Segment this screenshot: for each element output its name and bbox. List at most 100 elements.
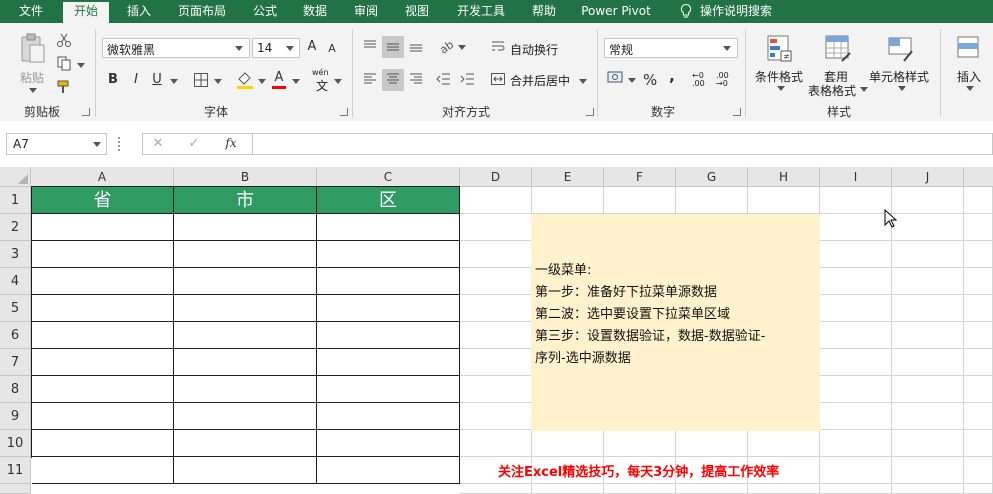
table-cell[interactable] (32, 241, 174, 268)
grid-cell[interactable] (892, 484, 964, 494)
table-cell[interactable] (174, 403, 317, 430)
table-cell[interactable] (174, 349, 317, 376)
row-header-12[interactable] (0, 484, 31, 494)
grid-cell[interactable] (460, 187, 532, 214)
cell-styles-dropdown-icon[interactable] (898, 86, 906, 91)
conditional-formatting-icon[interactable]: ≠ (765, 33, 795, 65)
table-cell[interactable] (317, 322, 460, 349)
grid-cell[interactable] (964, 430, 993, 457)
grid-cell[interactable] (964, 322, 993, 349)
tab-data[interactable]: 数据 (293, 0, 337, 23)
table-cell[interactable] (174, 430, 317, 457)
grid-cell[interactable] (892, 295, 964, 322)
insert-dropdown-icon[interactable] (966, 86, 974, 91)
grid-cell[interactable] (460, 295, 532, 322)
conditional-dropdown-icon[interactable] (777, 86, 785, 91)
table-cell[interactable] (174, 214, 317, 241)
formula-bar-grip[interactable] (118, 137, 122, 151)
table-cell[interactable] (174, 457, 317, 484)
grid-cell[interactable] (964, 403, 993, 430)
grid-cell[interactable] (964, 457, 993, 484)
bottom-align-icon[interactable] (408, 38, 424, 54)
increase-indent-icon[interactable] (460, 71, 476, 87)
font-color-dropdown-icon[interactable] (292, 79, 300, 84)
grid-cell[interactable] (892, 403, 964, 430)
name-box[interactable]: A7 (6, 133, 107, 155)
accounting-format-icon[interactable] (607, 70, 625, 86)
number-launcher-icon[interactable] (733, 108, 741, 116)
orientation-icon[interactable]: ab (438, 37, 456, 55)
table-cell[interactable] (32, 430, 174, 457)
wrap-text-button[interactable]: 自动换行 (510, 41, 558, 58)
row-header-6[interactable]: 6 (0, 322, 31, 349)
column-header-e[interactable]: E (532, 167, 604, 187)
row-header-9[interactable]: 9 (0, 403, 31, 430)
grid-cell[interactable] (676, 187, 748, 214)
row-header-2[interactable]: 2 (0, 214, 31, 241)
table-cell[interactable] (317, 457, 460, 484)
grid-cell[interactable] (820, 295, 892, 322)
cell-styles-icon[interactable] (886, 33, 916, 65)
clipboard-launcher-icon[interactable] (82, 108, 90, 116)
tab-power-pivot[interactable]: Power Pivot (574, 0, 658, 23)
formula-input[interactable] (252, 133, 993, 155)
tab-review[interactable]: 审阅 (344, 0, 388, 23)
tab-view[interactable]: 视图 (395, 0, 439, 23)
table-cell[interactable] (32, 214, 174, 241)
table-cell[interactable] (174, 295, 317, 322)
table-cell[interactable] (317, 430, 460, 457)
column-header-i[interactable]: I (820, 167, 892, 187)
conditional-formatting-button[interactable]: 条件格式 (755, 68, 803, 85)
grid-cell[interactable] (892, 349, 964, 376)
table-cell[interactable] (32, 322, 174, 349)
column-header-a[interactable]: A (31, 167, 174, 187)
header-cell-city[interactable]: 市 (174, 187, 317, 214)
grid-cell[interactable] (892, 241, 964, 268)
grid-cell[interactable] (748, 430, 820, 457)
alignment-launcher-icon[interactable] (586, 108, 594, 116)
merge-center-button[interactable]: 合并后居中 (510, 72, 570, 89)
borders-icon[interactable] (193, 72, 209, 88)
phonetic-guide-pinyin[interactable]: wén (312, 68, 329, 77)
grow-font-button[interactable]: A (305, 39, 319, 54)
paste-icon[interactable] (18, 33, 48, 65)
grid-cell[interactable] (820, 214, 892, 241)
tell-me-search[interactable]: 操作说明搜索 (700, 0, 784, 23)
grid-cell[interactable] (460, 430, 532, 457)
font-color-button[interactable]: A (272, 70, 286, 89)
grid-cell[interactable] (892, 187, 964, 214)
format-as-table-button[interactable]: 表格格式 (808, 82, 856, 99)
grid-cell[interactable] (892, 214, 964, 241)
grid-cell[interactable] (964, 349, 993, 376)
font-launcher-icon[interactable] (340, 108, 348, 116)
select-all-corner[interactable] (0, 167, 31, 187)
table-cell[interactable] (32, 268, 174, 295)
table-cell[interactable] (317, 295, 460, 322)
grid-cell[interactable] (460, 322, 532, 349)
grid-cell[interactable] (748, 484, 820, 494)
align-center-button[interactable] (382, 69, 404, 91)
underline-dropdown-icon[interactable] (170, 79, 178, 84)
grid-cell[interactable] (820, 349, 892, 376)
row-header-3[interactable]: 3 (0, 241, 31, 268)
bold-button[interactable]: B (107, 72, 119, 87)
copy-icon[interactable] (56, 55, 72, 71)
number-format-select[interactable]: 常规 (604, 38, 738, 58)
fill-color-dropdown-icon[interactable] (258, 79, 266, 84)
insert-cells-icon[interactable] (955, 33, 983, 63)
table-cell[interactable] (174, 322, 317, 349)
insert-function-button[interactable]: fx (223, 136, 239, 150)
grid-cell[interactable] (604, 430, 676, 457)
row-header-10[interactable]: 10 (0, 430, 31, 457)
row-header-1[interactable]: 1 (0, 187, 31, 214)
grid-cell[interactable] (604, 187, 676, 214)
grid-cell[interactable] (676, 430, 748, 457)
phonetic-guide-button[interactable]: 文 (316, 77, 328, 94)
grid-cell[interactable] (820, 268, 892, 295)
grid-cell[interactable] (460, 268, 532, 295)
paste-dropdown-icon[interactable] (29, 88, 37, 93)
grid-cell[interactable] (820, 187, 892, 214)
middle-align-button[interactable] (382, 36, 404, 58)
grid-cell[interactable] (532, 430, 604, 457)
confirm-entry-button[interactable]: ✓ (187, 136, 201, 151)
